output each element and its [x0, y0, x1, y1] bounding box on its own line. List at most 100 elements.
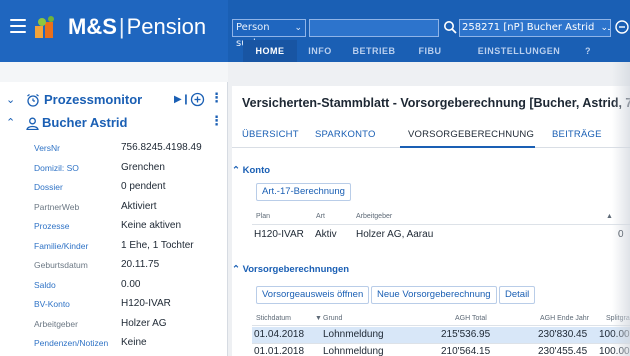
col-header-agh-ende-jahr[interactable]: AGH Ende Jahr — [540, 315, 589, 322]
info-label[interactable]: Pendenzen/Notizen — [34, 338, 108, 348]
app-window: M&S|Pension Person suchen ⌄ 258271 [nP] … — [0, 0, 630, 356]
prozessmonitor-title: Prozessmonitor — [44, 92, 143, 107]
more-vertical-icon[interactable]: ⋮ — [210, 91, 223, 106]
info-label: Geburtsdatum — [34, 260, 88, 270]
active-subtab-indicator — [400, 146, 535, 148]
nav-tab-info[interactable]: INFO — [300, 40, 340, 62]
info-label[interactable]: VersNr — [34, 143, 60, 153]
play-next-icon[interactable]: ▶❙ — [174, 94, 190, 105]
info-value: 1 Ehe, 1 Tochter — [121, 239, 194, 251]
info-row-domizil[interactable]: Domizil: SO Grenchen — [34, 160, 224, 180]
add-circle-icon[interactable] — [190, 92, 205, 107]
info-value: Holzer AG — [121, 317, 167, 329]
info-value: 756.8245.4198.49 — [121, 142, 202, 153]
konto-heading: Konto — [242, 165, 271, 176]
info-row-familie[interactable]: Familie/Kinder 1 Ehe, 1 Tochter — [34, 238, 224, 258]
subtab-beitraege[interactable]: BEITRÄGE — [552, 129, 602, 140]
cell-agh-ende-jahr: 230'455.45 — [538, 346, 588, 356]
person-header[interactable]: ⌃ Bucher Astrid ⋮ — [6, 114, 223, 134]
hamburger-menu-icon[interactable] — [10, 19, 26, 35]
col-header-arbeitgeber[interactable]: Arbeitgeber — [356, 213, 392, 220]
vorsorge-heading: Vorsorgeberechnungen — [242, 264, 350, 275]
info-value: Keine aktiven — [121, 220, 182, 231]
brand-logo-icon — [35, 16, 54, 38]
col-header-plan[interactable]: Plan — [256, 213, 270, 220]
info-row-arbeitgeber: Arbeitgeber Holzer AG — [34, 316, 224, 336]
info-row-partnerweb: PartnerWeb Aktiviert — [34, 199, 224, 219]
subtab-vorsorgeberechnung[interactable]: VORSORGEBERECHNUNG — [408, 129, 534, 140]
neue-vorsorgeberechnung-button[interactable]: Neue Vorsorgeberechnung — [371, 286, 497, 304]
art17-berechnung-button[interactable]: Art.-17-Berechnung — [256, 183, 351, 201]
info-label[interactable]: Familie/Kinder — [34, 241, 88, 251]
person-info-list: VersNr 756.8245.4198.49 Domizil: SO Gren… — [34, 140, 224, 355]
nav-tab-betrieb[interactable]: BETRIEB — [344, 40, 404, 62]
cell-grund: Lohnmeldung — [323, 346, 384, 356]
prozessmonitor-header[interactable]: ⌄ Prozessmonitor ▶❙ ⋮ — [6, 91, 223, 111]
chevron-up-icon[interactable]: ⌃ — [6, 116, 15, 129]
subtab-uebersicht[interactable]: ÜBERSICHT — [242, 129, 299, 140]
cell-agh-total: 215'536.95 — [441, 329, 491, 340]
cell-stichdatum: 01.04.2018 — [254, 329, 305, 340]
panel-edge-shadow — [612, 62, 630, 356]
search-mode-select[interactable]: Person suchen ⌄ — [232, 19, 306, 49]
divider — [252, 343, 630, 344]
info-row-pendenzen[interactable]: Pendenzen/Notizen Keine — [34, 335, 224, 355]
info-row-versnr[interactable]: VersNr 756.8245.4198.49 — [34, 140, 224, 160]
nav-tab-fibu[interactable]: FIBU — [410, 40, 450, 62]
info-label[interactable]: Dossier — [34, 182, 63, 192]
info-value: 0.00 — [121, 278, 141, 290]
cell-agh-total: 210'564.15 — [441, 346, 491, 356]
minus-circle-icon[interactable] — [614, 19, 630, 35]
nav-tab-help[interactable]: ? — [578, 40, 598, 62]
konto-section-header[interactable]: ⌃ Konto — [232, 165, 270, 176]
brand-separator: | — [118, 14, 125, 39]
info-row-bv-konto[interactable]: BV-Konto H120-IVAR — [34, 296, 224, 316]
page-title: Versicherten-Stammblatt - Vorsorgeberech… — [242, 96, 630, 110]
brand-title: M&S|Pension — [68, 14, 206, 40]
nav-tab-einstellungen[interactable]: EINSTELLUNGEN — [472, 40, 566, 62]
chevron-down-icon: ⌄ — [294, 23, 302, 33]
info-label: Arbeitgeber — [34, 318, 78, 329]
more-vertical-icon[interactable]: ⋮ — [210, 114, 223, 129]
main-nav: HOME INFO BETRIEB FIBU EINSTELLUNGEN ? — [228, 40, 630, 62]
cell-stichdatum: 01.01.2018 — [254, 346, 305, 356]
info-label[interactable]: Domizil: SO — [34, 163, 79, 173]
cell-grund: Lohnmeldung — [323, 329, 384, 340]
col-header-grund[interactable]: Grund — [323, 315, 342, 322]
chevron-down-icon: ⌄ — [598, 20, 608, 36]
cell-agh-ende-jahr: 230'830.45 — [538, 329, 588, 340]
detail-button[interactable]: Detail — [499, 286, 536, 304]
brand-bold: M&S — [68, 14, 117, 39]
info-label[interactable]: Saldo — [34, 280, 56, 290]
info-value: H120-IVAR — [121, 298, 171, 309]
nav-tab-home[interactable]: HOME — [243, 40, 297, 62]
person-title: Bucher Astrid — [42, 115, 128, 130]
sort-desc-icon[interactable]: ▼ — [315, 315, 322, 322]
alarm-clock-icon — [27, 94, 39, 107]
info-row-prozesse[interactable]: Prozesse Keine aktiven — [34, 218, 224, 238]
info-value: Aktiviert — [121, 200, 157, 212]
search-icon[interactable] — [443, 18, 457, 36]
divider — [252, 325, 630, 326]
vorsorgeausweis-oeffnen-button[interactable]: Vorsorgeausweis öffnen — [256, 286, 370, 304]
search-input[interactable] — [309, 19, 439, 37]
current-person-select[interactable]: 258271 [nP] Bucher Astrid Flughafen ⌄ — [459, 19, 611, 37]
vorsorge-section-header[interactable]: ⌃ Vorsorgeberechnungen — [232, 264, 349, 275]
chevron-up-icon: ⌃ — [232, 264, 240, 275]
col-header-art[interactable]: Art — [316, 213, 325, 220]
current-person-label: 258271 [nP] Bucher Astrid Flughafen — [462, 22, 610, 33]
col-header-stichdatum[interactable]: Stichdatum — [256, 315, 291, 322]
info-label[interactable]: BV-Konto — [34, 299, 70, 309]
konto-cell-arbeitgeber: Holzer AG, Aarau — [356, 229, 434, 240]
info-row-dossier[interactable]: Dossier 0 pendent — [34, 179, 224, 199]
chevron-down-icon[interactable]: ⌄ — [6, 93, 15, 106]
info-value: 0 pendent — [121, 181, 166, 192]
info-row-saldo[interactable]: Saldo 0.00 — [34, 277, 224, 297]
konto-cell-plan: H120-IVAR — [254, 229, 304, 240]
subtab-sparkonto[interactable]: SPARKONTO — [315, 129, 376, 140]
info-label[interactable]: Prozesse — [34, 221, 69, 231]
col-header-agh-total[interactable]: AGH Total — [455, 315, 487, 322]
sidebar-header-band — [0, 62, 228, 82]
chevron-up-icon: ⌃ — [232, 165, 240, 176]
person-icon — [26, 117, 39, 130]
